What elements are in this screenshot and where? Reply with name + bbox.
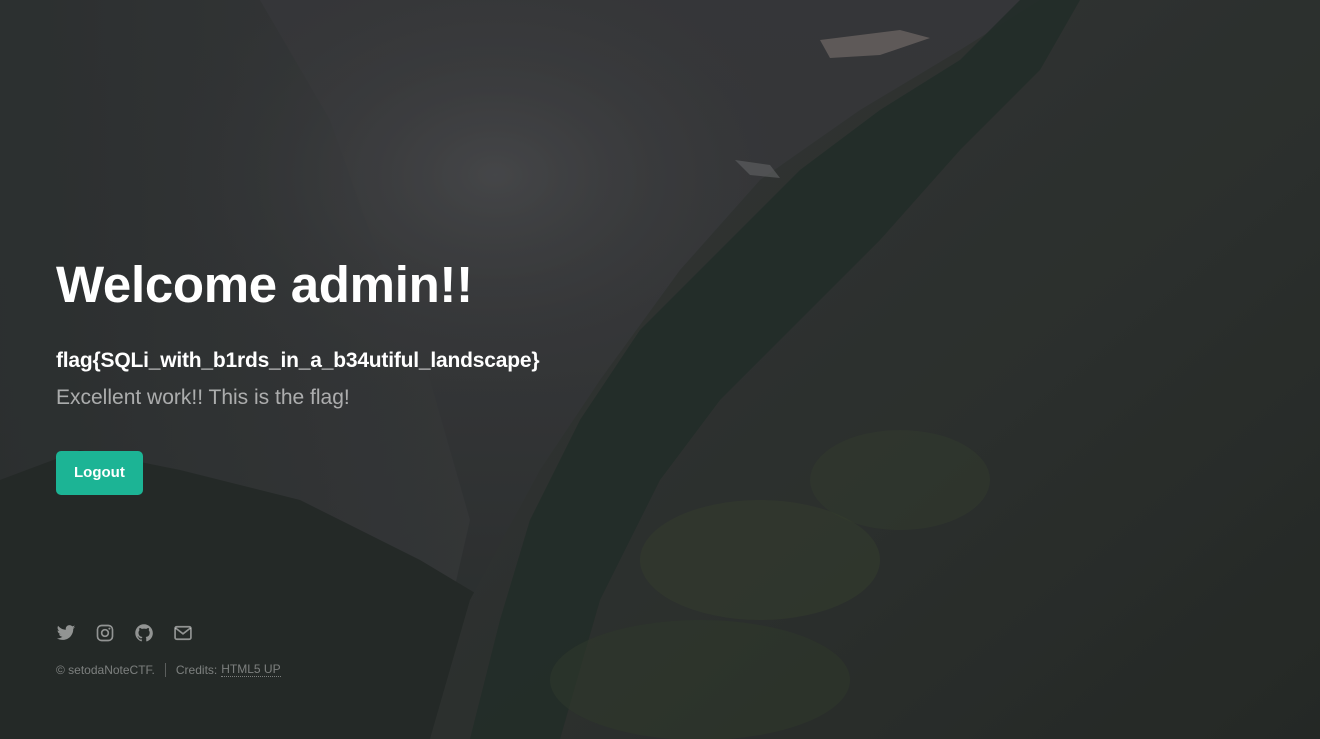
instagram-icon[interactable] bbox=[95, 623, 115, 643]
subtitle-text: Excellent work!! This is the flag! bbox=[56, 386, 350, 409]
main-content: Welcome admin!! flag{SQLi_with_b1rds_in_… bbox=[56, 252, 756, 495]
copyright-text: © setodaNoteCTF. bbox=[56, 662, 155, 677]
social-icons bbox=[56, 622, 281, 644]
flag-text: flag{SQLi_with_b1rds_in_a_b34utiful_land… bbox=[56, 349, 540, 372]
twitter-icon[interactable] bbox=[56, 623, 76, 643]
logout-button[interactable]: Logout bbox=[56, 451, 143, 495]
page-title: Welcome admin!! bbox=[56, 256, 473, 313]
footer-divider bbox=[164, 662, 166, 677]
credits-label: Credits: bbox=[175, 662, 218, 677]
envelope-icon[interactable] bbox=[173, 623, 193, 643]
copyright-line: © setodaNoteCTF. Credits: HTML5 UP bbox=[56, 662, 281, 677]
credits-link[interactable]: HTML5 UP bbox=[221, 662, 281, 677]
github-icon[interactable] bbox=[134, 623, 154, 643]
footer: © setodaNoteCTF. Credits: HTML5 UP bbox=[56, 622, 281, 677]
